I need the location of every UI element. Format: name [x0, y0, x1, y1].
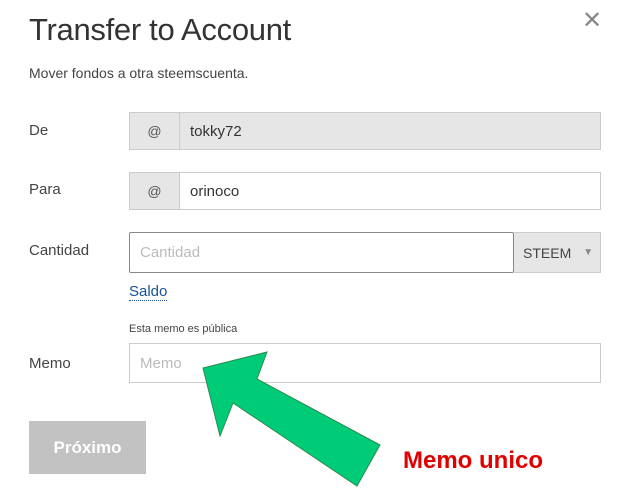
- arrow-annotation: [202, 351, 381, 487]
- annotation-text: Memo unico: [403, 447, 544, 474]
- green-arrow-icon: [202, 351, 381, 487]
